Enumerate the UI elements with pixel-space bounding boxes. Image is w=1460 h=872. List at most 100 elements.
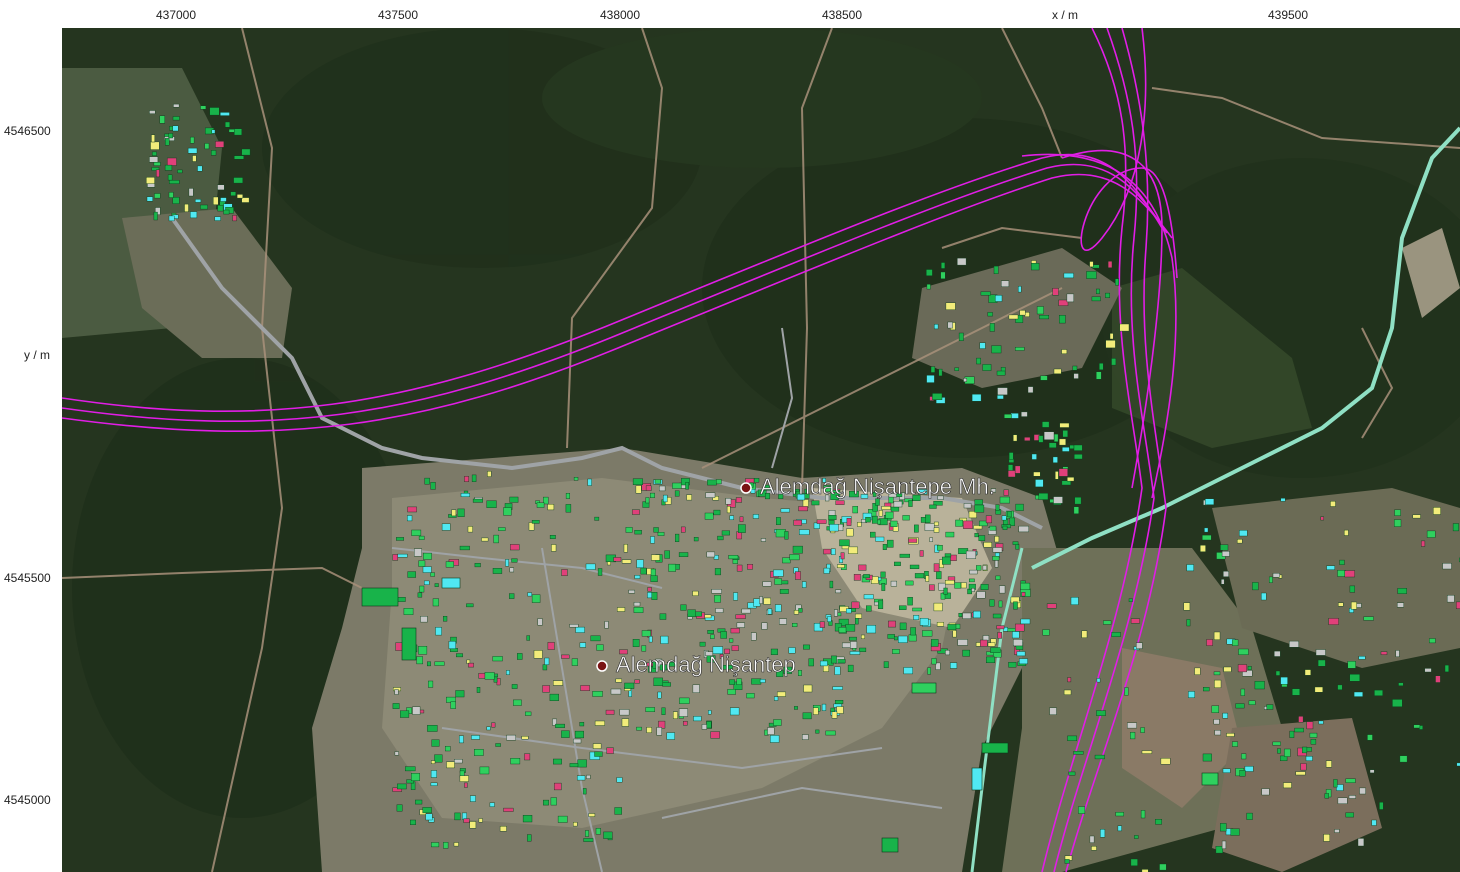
building: [903, 667, 913, 675]
building: [1007, 470, 1016, 478]
building: [656, 727, 662, 736]
building: [1413, 724, 1421, 729]
building: [241, 148, 251, 156]
building: [542, 685, 551, 693]
building: [863, 574, 870, 579]
building: [1213, 671, 1221, 676]
building: [907, 597, 913, 606]
building: [177, 169, 183, 174]
building: [931, 658, 937, 665]
x-axis-label: x / m: [1052, 8, 1078, 22]
building: [448, 641, 456, 649]
place-marker-nisantepe-mh[interactable]: Alemdağ Nişantepe Mh.: [740, 474, 995, 499]
building: [905, 580, 914, 586]
building: [234, 128, 243, 136]
building: [1412, 514, 1421, 519]
building: [699, 641, 706, 647]
building: [641, 645, 647, 652]
building: [708, 710, 712, 715]
building: [424, 477, 430, 485]
building: [1363, 616, 1374, 621]
building: [865, 517, 871, 523]
building: [763, 597, 771, 605]
building: [1111, 632, 1121, 638]
building: [654, 479, 662, 484]
building: [1397, 588, 1407, 594]
building: [588, 813, 596, 817]
building: [1043, 431, 1055, 440]
building: [995, 295, 1003, 302]
building: [1455, 601, 1460, 610]
building: [853, 574, 861, 581]
building: [1031, 262, 1040, 271]
building: [927, 667, 931, 675]
building: [537, 618, 543, 626]
building: [577, 759, 587, 768]
building: [1353, 691, 1363, 697]
building: [837, 612, 842, 617]
building: [200, 105, 207, 110]
place-marker-nisantep[interactable]: Alemdağ Nişantep: [596, 652, 796, 677]
building: [476, 687, 481, 693]
building: [411, 773, 420, 782]
building: [431, 842, 440, 848]
building: [187, 147, 198, 154]
building: [553, 680, 564, 686]
building: [1442, 563, 1452, 570]
building: [782, 557, 791, 564]
building: [619, 709, 630, 716]
building: [395, 642, 403, 651]
building: [715, 608, 724, 613]
building: [561, 654, 570, 659]
building: [1398, 682, 1404, 687]
building: [188, 188, 194, 197]
building: [752, 514, 759, 519]
building: [795, 571, 801, 580]
building: [527, 592, 532, 597]
building: [1339, 559, 1345, 565]
y-tick-label: 4546500: [4, 124, 51, 138]
building: [233, 155, 244, 160]
building: [710, 634, 715, 639]
building: [1317, 659, 1326, 667]
building: [981, 742, 1009, 754]
building: [392, 703, 400, 709]
building: [167, 174, 173, 181]
building: [487, 471, 492, 477]
building: [1064, 859, 1070, 864]
building: [1359, 787, 1366, 795]
building: [914, 573, 925, 579]
building: [434, 583, 439, 587]
building: [1089, 835, 1095, 843]
building: [197, 165, 203, 172]
building: [633, 602, 641, 607]
building: [840, 552, 845, 560]
building: [579, 642, 587, 648]
building: [561, 730, 570, 738]
building: [1309, 732, 1318, 738]
building: [837, 659, 846, 664]
building: [883, 661, 889, 668]
building: [1038, 435, 1044, 443]
building: [1345, 778, 1356, 784]
building: [561, 569, 568, 577]
building: [838, 627, 847, 633]
building: [937, 545, 943, 551]
building: [933, 501, 943, 506]
building: [420, 616, 428, 623]
building: [484, 672, 495, 680]
building: [954, 367, 959, 371]
building: [151, 134, 156, 143]
building: [808, 658, 814, 667]
building: [527, 834, 532, 842]
building: [594, 720, 605, 726]
place-pin-icon: [740, 482, 752, 494]
building: [1252, 582, 1259, 591]
map-view[interactable]: Alemdağ Nişantepe Mh. Alemdağ Nişantep: [62, 28, 1460, 872]
building: [513, 699, 522, 706]
building: [1073, 751, 1084, 755]
building: [403, 608, 414, 616]
building: [1096, 678, 1101, 683]
building: [957, 257, 967, 266]
building: [1214, 730, 1221, 736]
